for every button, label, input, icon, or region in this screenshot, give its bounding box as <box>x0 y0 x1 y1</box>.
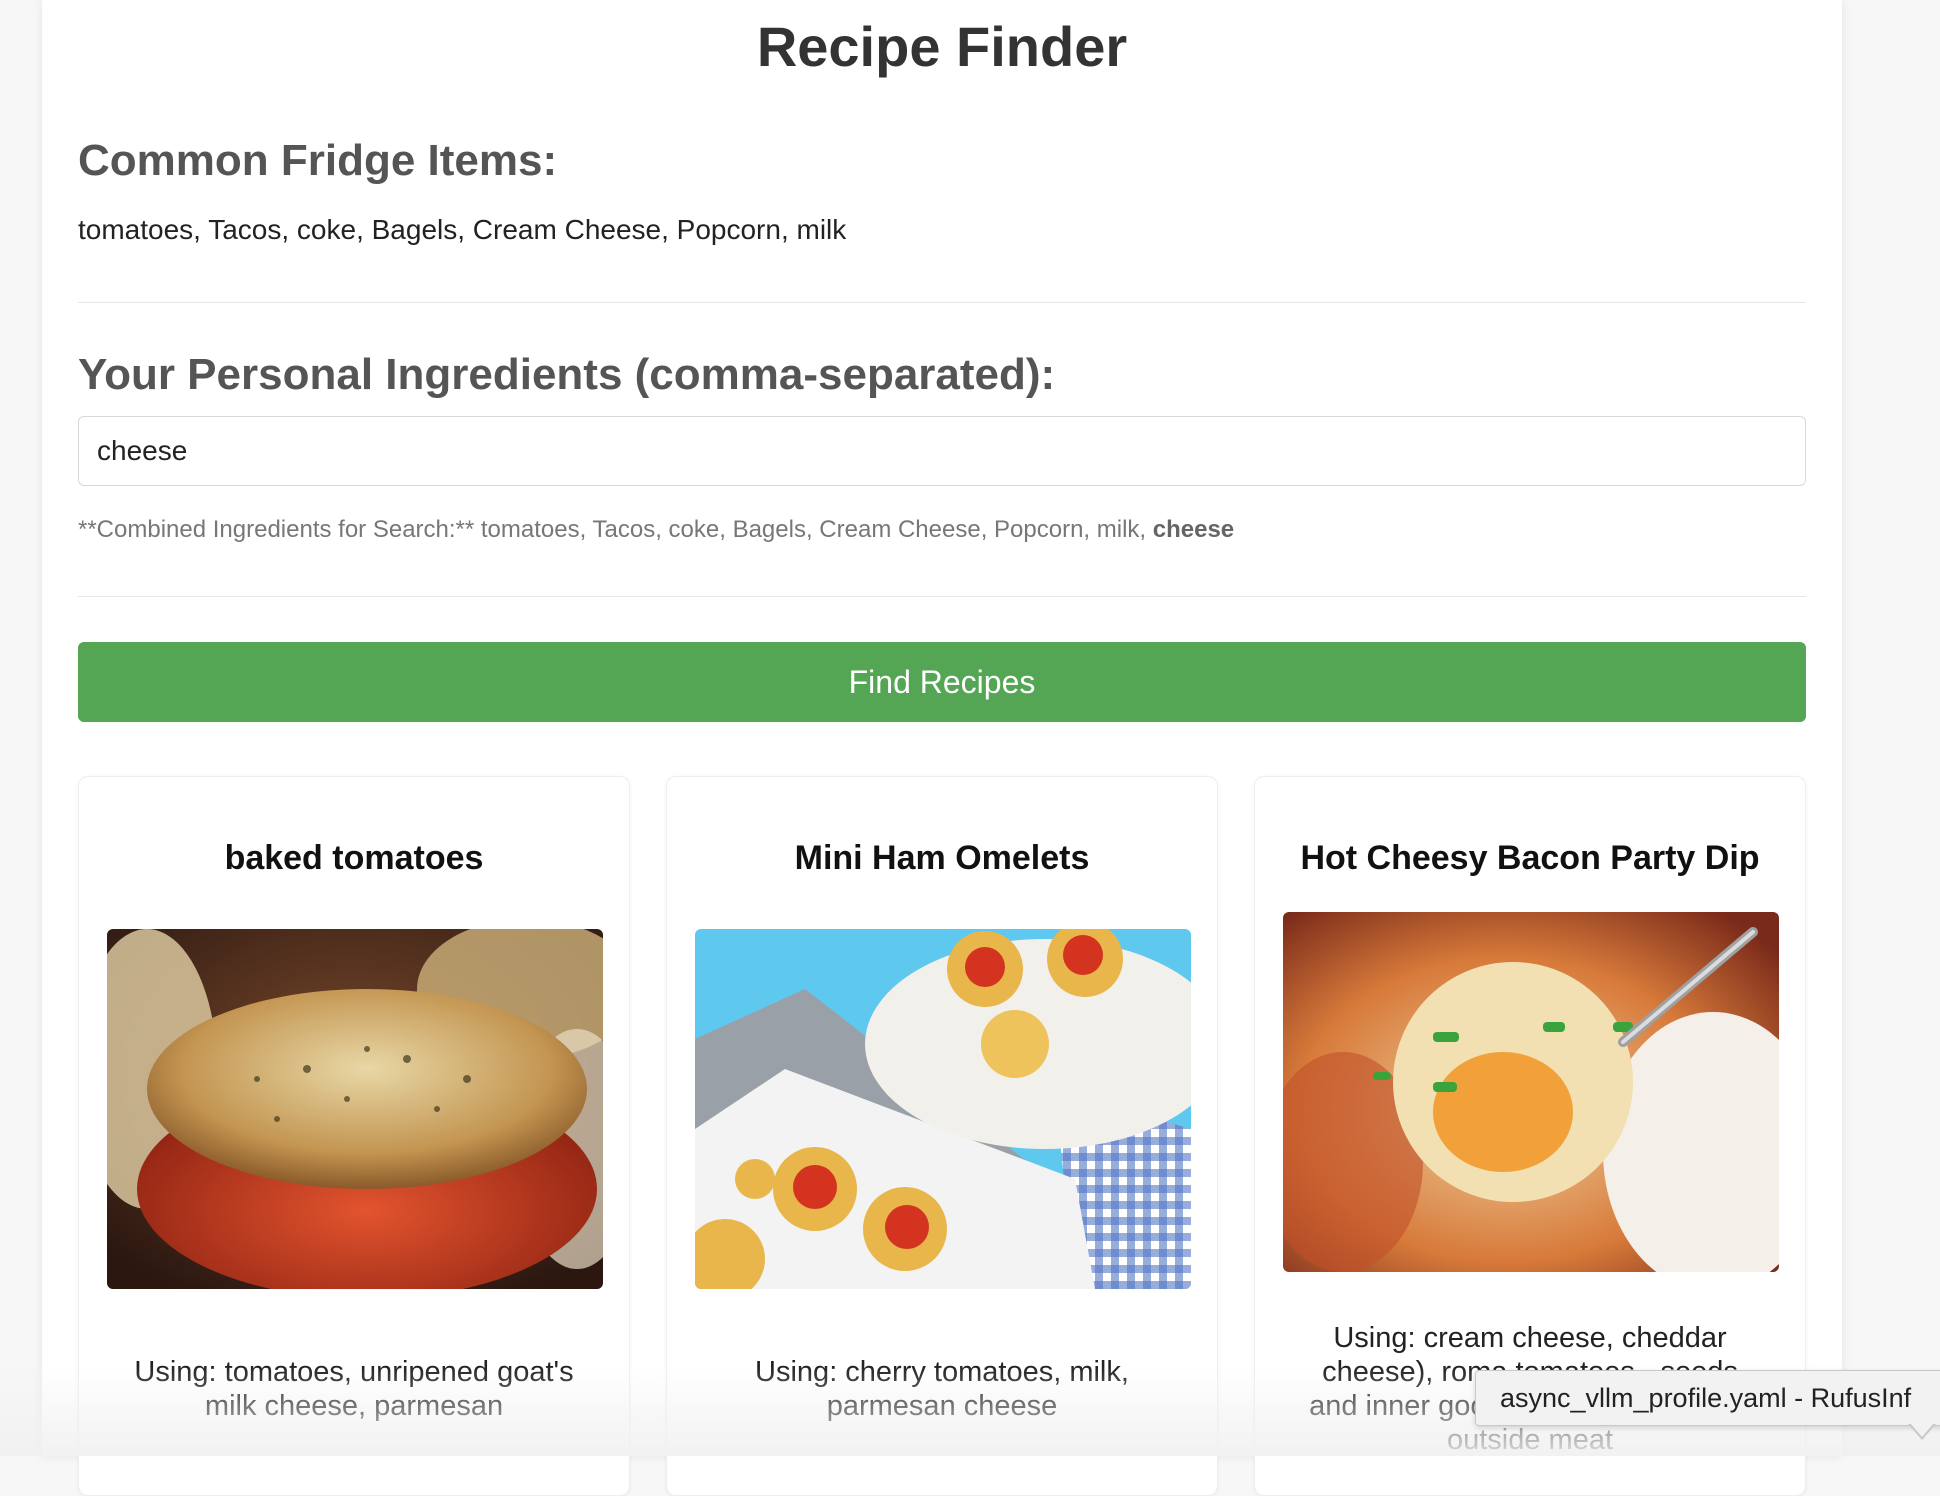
recipe-card[interactable]: Mini Ham Omelets <box>666 776 1218 1496</box>
recipe-title: Mini Ham Omelets <box>667 839 1217 878</box>
tooltip: async_vllm_profile.yaml - RufusInf <box>1475 1370 1940 1426</box>
recipe-title: baked tomatoes <box>79 839 629 878</box>
combined-ingredients-added: cheese <box>1153 516 1234 543</box>
combined-ingredients-prefix: **Combined Ingredients for Search:** tom… <box>78 516 1153 543</box>
divider <box>78 302 1806 303</box>
recipe-image <box>695 929 1191 1289</box>
recipe-ingredients: Using: tomatoes, unripened goat's milk c… <box>119 1355 589 1423</box>
personal-ingredients-input[interactable] <box>78 416 1806 486</box>
personal-ingredients-heading: Your Personal Ingredients (comma-separat… <box>78 350 1055 400</box>
tooltip-arrow-inner <box>1910 1423 1934 1437</box>
combined-ingredients-text: **Combined Ingredients for Search:** tom… <box>78 516 1234 544</box>
fridge-heading: Common Fridge Items: <box>78 136 557 186</box>
app-container: Recipe Finder Common Fridge Items: tomat… <box>42 0 1842 1456</box>
recipe-image <box>107 929 603 1289</box>
find-recipes-button[interactable]: Find Recipes <box>78 642 1806 722</box>
fridge-items-list: tomatoes, Tacos, coke, Bagels, Cream Che… <box>78 214 846 246</box>
page-title: Recipe Finder <box>78 14 1806 79</box>
recipe-image <box>1283 912 1779 1272</box>
recipe-title: Hot Cheesy Bacon Party Dip <box>1255 839 1805 878</box>
recipe-ingredients: Using: cherry tomatoes, milk, parmesan c… <box>707 1355 1177 1423</box>
divider <box>78 596 1806 597</box>
recipe-card[interactable]: baked tomatoes <box>78 776 630 1496</box>
